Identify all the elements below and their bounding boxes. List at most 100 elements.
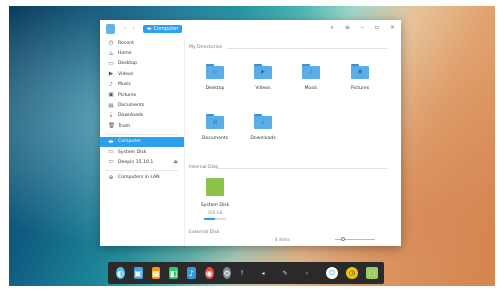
disk-usage-bar (204, 218, 226, 220)
trash-dock-icon[interactable]: ⬚ (366, 267, 378, 279)
folder-pictures[interactable]: ▣ Pictures (340, 60, 380, 100)
forward-button[interactable]: › (132, 25, 134, 32)
sidebar-item-label: Downloads (118, 113, 144, 119)
system-disk-item[interactable]: System Disk 160 GB (195, 178, 235, 220)
file-manager-window: ‹ › ▬ Computer ⌕ ≡ – ▫ × ◷ Recent ⌂ Home (100, 20, 401, 246)
status-item-count: 8 items (275, 237, 290, 242)
desktop-background: ‹ › ▬ Computer ⌕ ≡ – ▫ × ◷ Recent ⌂ Home (9, 6, 495, 286)
hard-disk-icon (206, 178, 224, 196)
expand-icon[interactable]: ‹ (306, 270, 308, 277)
download-icon: ⤓ (109, 112, 113, 119)
folder-icon: ▤ (206, 114, 224, 129)
folder-documents[interactable]: ▤ Documents (195, 110, 235, 150)
desktop-icon: ▭ (108, 60, 114, 67)
disk-icon: ▭ (108, 159, 114, 166)
file-manager-icon[interactable]: ▣ (133, 267, 143, 279)
help-icon[interactable]: ? (240, 270, 243, 277)
section-divider (227, 48, 387, 49)
sidebar-item-downloads[interactable]: ⤓ Downloads (100, 111, 184, 121)
folder-icon: ▶ (254, 64, 272, 79)
breadcrumb[interactable]: ▬ Computer (142, 24, 183, 33)
sidebar-item-home[interactable]: ⌂ Home (100, 48, 184, 58)
home-icon: ⌂ (109, 50, 113, 57)
maximize-icon[interactable]: ▫ (375, 24, 379, 32)
sidebar-item-label: Pictures (118, 92, 137, 98)
computer-icon: ▬ (146, 25, 152, 32)
sidebar-divider (106, 169, 178, 171)
file-manager-app-icon (106, 23, 115, 34)
minimize-icon[interactable]: – (361, 24, 364, 32)
folder-icon: ▣ (351, 64, 369, 79)
close-icon[interactable]: × (390, 24, 395, 32)
sidebar-item-system-disk[interactable]: ▭ System Disk (100, 147, 184, 157)
clock-widget-icon[interactable]: ◷ (346, 267, 358, 279)
disk-name: System Disk (200, 203, 230, 208)
folder-music[interactable]: ♪ Music (291, 60, 331, 100)
sidebar-item-trash[interactable]: 🗑 Trash (100, 121, 184, 131)
network-icon: ⊕ (108, 174, 114, 181)
sidebar-item-label: Computers in LAN (118, 175, 160, 181)
folder-icon: ♪ (302, 64, 320, 79)
dock: ◐ ▣ ▦ ◧ ♪ ◉ ⚙ ? ◂ ✎ ‹ ⏻ ◷ ⬚ (108, 262, 384, 284)
sidebar-item-computer[interactable]: ▬ Computer (100, 136, 184, 147)
sidebar-item-label: System Disk (118, 149, 147, 155)
pen-icon[interactable]: ✎ (283, 270, 288, 277)
system-tray: ? ◂ ✎ ‹ ⏻ ◷ ⬚ (240, 267, 378, 279)
clock-icon: ◷ (108, 40, 114, 47)
folder-label: Music (304, 86, 318, 91)
sidebar-item-videos[interactable]: ▶ Videos (100, 69, 184, 79)
sidebar-item-label: Documents (118, 103, 145, 109)
sidebar-item-computers-in-lan[interactable]: ⊕ Computers in LAN (100, 173, 184, 183)
section-label-external-disk: External Disk (189, 230, 220, 235)
section-divider (215, 168, 387, 169)
sidebar-item-label: Music (118, 82, 132, 88)
search-icon[interactable]: ⌕ (330, 24, 333, 32)
picture-icon: ▣ (108, 92, 114, 99)
menu-icon[interactable]: ≡ (345, 24, 350, 32)
main-content: My Directories ▭ Desktop ▶ Videos ♪ Musi… (185, 38, 401, 246)
eject-icon[interactable]: ⏏ (173, 159, 178, 165)
app-store-icon[interactable]: ▦ (151, 267, 161, 279)
sidebar: ◷ Recent ⌂ Home ▭ Desktop ▶ Videos ♪ Mus… (100, 38, 185, 246)
disk-usage-fill (204, 218, 215, 220)
folder-videos[interactable]: ▶ Videos (243, 60, 283, 100)
titlebar: ‹ › ▬ Computer ⌕ ≡ – ▫ × (100, 20, 401, 37)
sidebar-item-label: Computer (118, 139, 141, 145)
power-icon[interactable]: ⏻ (326, 267, 338, 279)
disk-icon: ▭ (108, 149, 114, 156)
folder-icon: ▭ (206, 64, 224, 79)
chrome-icon[interactable]: ◉ (204, 267, 214, 279)
computer-icon: ▬ (108, 138, 114, 145)
settings-icon[interactable]: ⚙ (222, 267, 232, 279)
launcher-icon[interactable]: ◐ (116, 267, 125, 279)
sidebar-item-label: Recent (118, 40, 134, 46)
sidebar-item-label: Videos (118, 71, 134, 77)
sidebar-item-recent[interactable]: ◷ Recent (100, 38, 184, 48)
folder-label: Videos (255, 86, 271, 91)
zoom-slider-handle[interactable] (341, 237, 345, 241)
volume-icon[interactable]: ◂ (262, 270, 265, 277)
sidebar-item-deepin-disk[interactable]: ▭ Deepin 15.10.1 ⏏ (100, 157, 184, 167)
sidebar-divider (106, 133, 178, 135)
folder-label: Pictures (350, 86, 370, 91)
folder-label: Desktop (205, 86, 225, 91)
section-label-internal-disk: Internal Disk (189, 165, 219, 170)
sidebar-item-label: Deepin 15.10.1 (118, 159, 154, 165)
store-bag-icon[interactable]: ◧ (169, 267, 179, 279)
sidebar-item-music[interactable]: ♪ Music (100, 80, 184, 90)
sidebar-item-label: Desktop (118, 61, 137, 67)
folder-downloads[interactable]: ⤓ Downloads (243, 110, 283, 150)
folder-icon: ⤓ (254, 114, 272, 129)
back-button[interactable]: ‹ (124, 25, 126, 32)
sidebar-item-documents[interactable]: ▤ Documents (100, 100, 184, 110)
folder-label: Downloads (250, 136, 276, 141)
music-app-icon[interactable]: ♪ (187, 267, 196, 279)
document-icon: ▤ (108, 102, 114, 109)
folder-desktop[interactable]: ▭ Desktop (195, 60, 235, 100)
sidebar-item-pictures[interactable]: ▣ Pictures (100, 90, 184, 100)
sidebar-item-label: Home (118, 51, 132, 57)
breadcrumb-label: Computer (153, 25, 179, 32)
music-icon: ♪ (109, 81, 113, 88)
disk-size: 160 GB (207, 210, 223, 215)
sidebar-item-desktop[interactable]: ▭ Desktop (100, 59, 184, 69)
